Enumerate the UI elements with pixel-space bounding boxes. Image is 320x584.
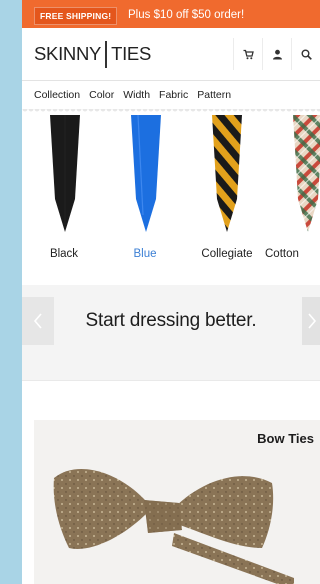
promo-offer-text: Plus $10 off $50 order! [128,9,245,21]
chevron-right-icon [308,313,317,329]
nav-item-pattern[interactable]: Pattern [197,89,231,101]
tie-label-collegiate[interactable]: Collegiate [182,248,272,260]
nav-item-width[interactable]: Width [123,89,150,101]
nav-item-color[interactable]: Color [89,89,114,101]
tie-blue-image[interactable] [116,115,176,245]
tagline-banner: Start dressing better. [22,285,320,381]
page: FREE SHIPPING! Plus $10 off $50 order! S… [22,0,320,584]
tagline: Start dressing better. [85,310,257,331]
bow-tie-image [53,469,294,584]
carousel-next-button[interactable] [302,297,320,345]
bow-ties-category-card[interactable]: Bow Ties [34,420,320,584]
tie-label-black[interactable]: Black [22,248,109,260]
tie-label-blue[interactable]: Blue [100,248,190,260]
tie-cotton-image[interactable] [278,115,320,245]
search-icon[interactable] [291,38,320,70]
site-header: SKINNY TIES [22,28,320,81]
logo[interactable]: SKINNY TIES [34,40,152,68]
category-nav: Collection Color Width Fabric Pattern [22,81,320,109]
user-icon[interactable] [262,38,291,70]
tie-label-cotton[interactable]: Cotton [265,248,320,260]
logo-text-left: SKINNY [34,43,102,64]
promo-bar[interactable]: FREE SHIPPING! Plus $10 off $50 order! [22,0,320,28]
header-icons [233,38,320,70]
color-carousel: Black Blue Collegiate Cotton [22,115,320,285]
tie-black-image[interactable] [35,115,95,245]
logo-divider [105,40,108,68]
nav-item-fabric[interactable]: Fabric [159,89,188,101]
logo-text-right: TIES [111,43,152,64]
cart-icon[interactable] [233,38,262,70]
free-shipping-badge: FREE SHIPPING! [34,7,118,25]
nav-item-collection[interactable]: Collection [34,89,80,101]
tie-collegiate-image[interactable] [197,115,257,245]
